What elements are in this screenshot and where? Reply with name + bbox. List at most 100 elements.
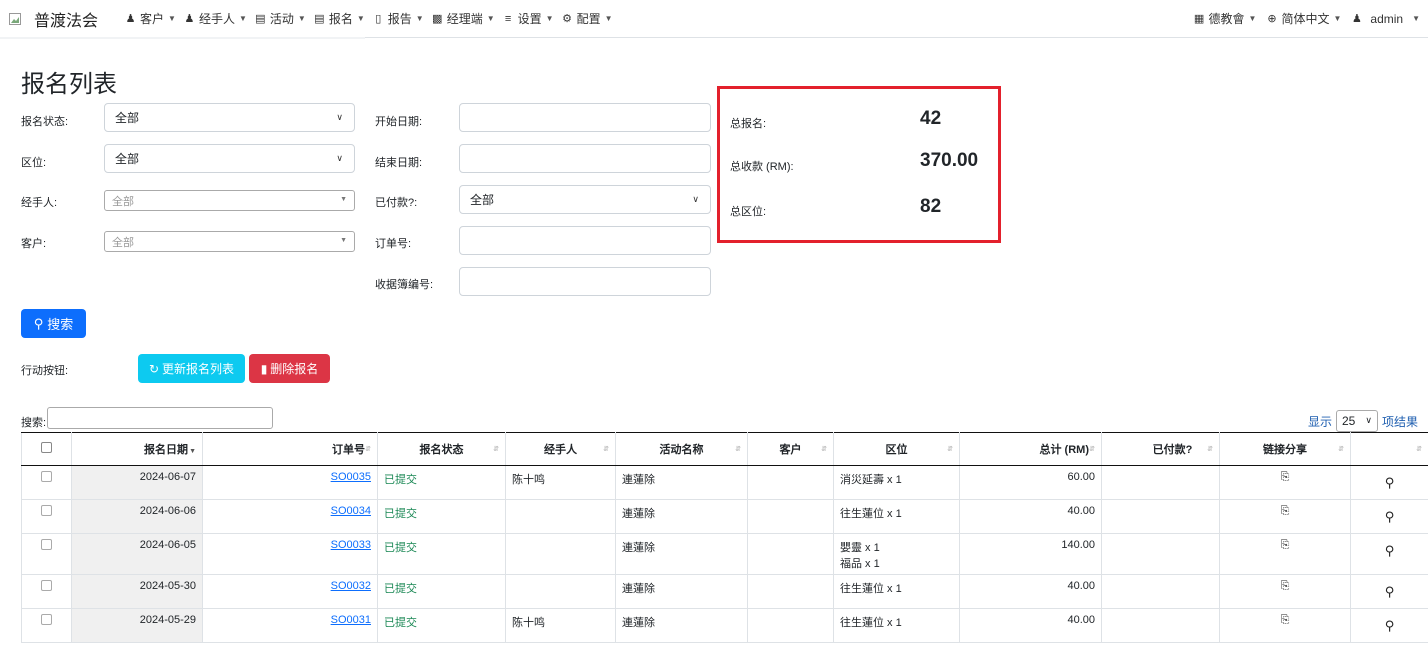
order-link[interactable]: SO0033: [331, 539, 371, 551]
caret-down-icon: ▼: [238, 14, 247, 23]
clipboard-icon[interactable]: ⎘: [1281, 539, 1290, 551]
table-row[interactable]: 2024-05-30 SO0032 已提交 連蓮除 往生蓮位 x 1 40.00…: [21, 574, 1428, 609]
clipboard-icon[interactable]: ⎘: [1281, 471, 1290, 483]
receipt-no-input[interactable]: [459, 267, 711, 296]
col-event[interactable]: 活动名称 ⇵: [615, 432, 748, 466]
menu-config[interactable]: ⚙ 配置 ▼: [561, 10, 612, 27]
order-link[interactable]: SO0035: [331, 471, 371, 483]
caret-down-icon: ▼: [297, 14, 306, 23]
customer-filter-label: 客户:: [21, 238, 47, 250]
refresh-icon: ↻: [148, 361, 160, 376]
cell-date: 2024-06-05: [71, 533, 203, 575]
menu-customers[interactable]: ♟ 客户 ▼: [124, 10, 176, 27]
menu-language[interactable]: ⊕ 简体中文 ▼: [1265, 10, 1341, 27]
row-checkbox[interactable]: [21, 608, 72, 643]
cell-share: ⎘: [1219, 499, 1351, 534]
menu-registrations[interactable]: ▤ 报名 ▼: [313, 10, 365, 27]
end-date-input[interactable]: [459, 144, 711, 173]
col-customer[interactable]: 客户 ⇵: [747, 432, 834, 466]
order-no-input[interactable]: [459, 226, 711, 255]
col-total[interactable]: 总计 (RM) ⇵: [959, 432, 1102, 466]
col-date[interactable]: 报名日期 ▼: [71, 432, 203, 466]
caret-down-icon: ▼: [168, 14, 176, 23]
view-magnifier-icon[interactable]: ⚲: [1385, 618, 1395, 634]
table-search-input[interactable]: [47, 407, 273, 429]
row-checkbox[interactable]: [21, 574, 72, 609]
order-link[interactable]: SO0031: [331, 614, 371, 626]
cell-date: 2024-05-30: [71, 574, 203, 609]
sort-icon: ⇵: [1089, 446, 1095, 453]
cell-total: 40.00: [959, 608, 1102, 643]
table-row[interactable]: 2024-06-05 SO0033 已提交 連蓮除 嬰靈 x 1 福品 x 1 1…: [21, 533, 1428, 575]
total-income-value: 370.00: [920, 150, 979, 171]
col-actions[interactable]: ⇵: [1350, 432, 1428, 466]
sort-icon: ⇵: [365, 446, 371, 453]
order-no-label: 订单号:: [375, 238, 412, 250]
cell-actions: ⚲: [1350, 465, 1428, 500]
status-filter-select[interactable]: 全部 ∨: [104, 103, 355, 132]
users-icon: ♟: [125, 13, 136, 25]
order-link[interactable]: SO0032: [331, 580, 371, 592]
agent-filter-label: 经手人:: [21, 197, 58, 209]
globe-icon: ⊕: [1267, 13, 1277, 25]
cell-agent: [505, 499, 616, 534]
clipboard-icon[interactable]: ⎘: [1281, 580, 1290, 592]
view-magnifier-icon[interactable]: ⚲: [1385, 584, 1395, 600]
page-length-select[interactable]: 25 ∨: [1335, 410, 1378, 432]
menu-agents[interactable]: ♟ 经手人 ▼: [183, 10, 247, 27]
menu-account[interactable]: ♟ admin ▼: [1350, 12, 1420, 26]
cell-share: ⎘: [1219, 574, 1351, 609]
cell-zone: 往生蓮位 x 1: [833, 574, 960, 609]
cell-agent: 陈十鸣: [505, 465, 616, 500]
cell-paid: [1101, 465, 1220, 500]
cell-customer: [747, 608, 834, 643]
view-magnifier-icon[interactable]: ⚲: [1385, 475, 1395, 491]
cell-event: 連蓮除: [615, 465, 748, 500]
cell-paid: [1101, 574, 1220, 609]
col-agent[interactable]: 经手人 ⇵: [505, 432, 616, 466]
col-share-link[interactable]: 链接分享 ⇵: [1219, 432, 1351, 466]
menu-organization[interactable]: ▦ 德教會 ▼: [1193, 10, 1257, 27]
row-checkbox[interactable]: [21, 499, 72, 534]
search-icon: ⚲: [33, 315, 44, 331]
row-checkbox[interactable]: [21, 465, 72, 500]
view-magnifier-icon[interactable]: ⚲: [1385, 509, 1395, 525]
paid-filter-select[interactable]: 全部 ∨: [459, 185, 711, 214]
menu-manager[interactable]: ▩ 经理端 ▼: [431, 10, 495, 27]
total-income-label: 总收款 (RM):: [730, 161, 794, 173]
caret-down-icon: ▼: [340, 196, 347, 203]
list-icon: ▤: [314, 13, 325, 25]
table-row[interactable]: 2024-06-07 SO0035 已提交 陈十鸣 連蓮除 消災延壽 x 1 6…: [21, 465, 1428, 500]
col-order[interactable]: 订单号 ⇵: [202, 432, 378, 466]
table-row[interactable]: 2024-06-06 SO0034 已提交 連蓮除 往生蓮位 x 1 40.00…: [21, 499, 1428, 534]
clipboard-icon[interactable]: ⎘: [1281, 614, 1290, 626]
delete-registration-button[interactable]: ▮ 删除报名: [249, 354, 330, 383]
zone-filter-select[interactable]: 全部 ∨: [104, 144, 355, 173]
order-link[interactable]: SO0034: [331, 505, 371, 517]
row-checkbox[interactable]: [21, 533, 72, 575]
clipboard-icon[interactable]: ⎘: [1281, 505, 1290, 517]
top-navbar: 普渡法会 ♟ 客户 ▼ ♟ 经手人 ▼ ▤ 活动 ▼ ▤ 报名 ▼ ▯ 报告 ▼ ▩ 经理…: [0, 0, 1428, 39]
cell-status: 已提交: [377, 574, 506, 609]
view-magnifier-icon[interactable]: ⚲: [1385, 543, 1395, 559]
search-button[interactable]: ⚲ 搜索: [21, 309, 86, 338]
table-header-row: 报名日期 ▼ 订单号 ⇵ 报名状态 ⇵ 经手人 ⇵ 活动名称 ⇵ 客户 ⇵ 区位 ⇵ 总计 (…: [21, 432, 1428, 466]
menu-settings[interactable]: ≡ 设置 ▼: [502, 10, 554, 27]
total-zones-label: 总区位:: [730, 206, 767, 218]
agent-filter-select[interactable]: 全部 ▼: [104, 190, 355, 211]
brand-name[interactable]: 普渡法会: [34, 7, 98, 31]
menu-events[interactable]: ▤ 活动 ▼: [254, 10, 306, 27]
col-status[interactable]: 报名状态 ⇵: [377, 432, 506, 466]
refresh-list-button[interactable]: ↻ 更新报名列表: [138, 354, 245, 383]
table-row[interactable]: 2024-05-29 SO0031 已提交 陈十鸣 連蓮除 往生蓮位 x 1 4…: [21, 608, 1428, 643]
menu-reports[interactable]: ▯ 报告 ▼: [372, 10, 423, 27]
select-all-checkbox[interactable]: [21, 432, 72, 466]
sort-icon: ⇵: [821, 446, 827, 453]
start-date-input[interactable]: [459, 103, 711, 132]
col-paid[interactable]: 已付款? ⇵: [1101, 432, 1220, 466]
customer-filter-select[interactable]: 全部 ▼: [104, 231, 355, 252]
cell-actions: ⚲: [1350, 533, 1428, 575]
col-zone[interactable]: 区位 ⇵: [833, 432, 960, 466]
caret-down-icon: ▼: [545, 14, 554, 23]
end-date-label: 结束日期:: [375, 157, 423, 169]
